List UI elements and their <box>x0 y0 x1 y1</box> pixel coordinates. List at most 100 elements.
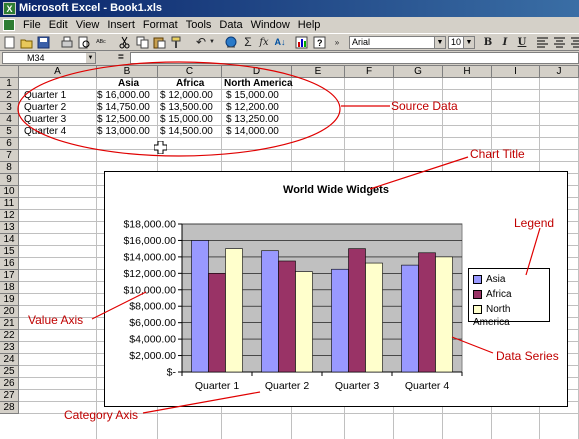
row-header-4[interactable]: 4 <box>0 114 19 126</box>
row-header-19[interactable]: 19 <box>0 294 19 306</box>
save-icon[interactable] <box>37 36 50 49</box>
row-header-24[interactable]: 24 <box>0 354 19 366</box>
row-header-17[interactable]: 17 <box>0 270 19 282</box>
column-header-g[interactable]: G <box>394 66 443 78</box>
menu-data[interactable]: Data <box>215 17 246 33</box>
cell-b2-value[interactable]: $ 16,000.00 <box>97 90 150 102</box>
cell-d5-value[interactable]: $ 14,000.00 <box>226 126 279 138</box>
paste-icon[interactable] <box>153 36 166 49</box>
row-header-22[interactable]: 22 <box>0 330 19 342</box>
chart-wizard-icon[interactable] <box>295 36 308 49</box>
column-header-i[interactable]: I <box>492 66 540 78</box>
column-header-f[interactable]: F <box>345 66 394 78</box>
column-header-h[interactable]: H <box>443 66 492 78</box>
cell-c4-value[interactable]: $ 15,000.00 <box>160 114 213 126</box>
cell-b5-value[interactable]: $ 13,000.00 <box>97 126 150 138</box>
column-header-b[interactable]: B <box>97 66 158 78</box>
edit-formula-button[interactable]: = <box>118 51 124 65</box>
menu-format[interactable]: Format <box>139 17 182 33</box>
cell-d4-value[interactable]: $ 13,250.00 <box>226 114 279 126</box>
help-question-icon[interactable]: ? <box>313 36 326 49</box>
cell-d1-header-north-america[interactable]: North America <box>224 78 293 90</box>
align-center-icon[interactable] <box>553 37 566 48</box>
paste-function-icon[interactable]: fx <box>257 35 271 50</box>
row-header-15[interactable]: 15 <box>0 246 19 258</box>
cell-b4-value[interactable]: $ 12,500.00 <box>97 114 150 126</box>
menu-help[interactable]: Help <box>294 17 325 33</box>
row-header-11[interactable]: 11 <box>0 198 19 210</box>
align-right-icon[interactable] <box>570 37 579 48</box>
cell-c1-header-africa[interactable]: Africa <box>176 78 204 90</box>
zoom-dropdown-icon[interactable]: » <box>330 35 344 50</box>
row-header-3[interactable]: 3 <box>0 102 19 114</box>
menu-file[interactable]: File <box>19 17 45 33</box>
column-header-e[interactable]: E <box>292 66 345 78</box>
chevron-down-icon[interactable]: ▼ <box>463 37 474 48</box>
column-header-c[interactable]: C <box>158 66 222 78</box>
row-header-18[interactable]: 18 <box>0 282 19 294</box>
menu-edit[interactable]: Edit <box>45 17 72 33</box>
underline-button[interactable]: U <box>515 35 529 50</box>
row-header-1[interactable]: 1 <box>0 78 19 90</box>
row-header-16[interactable]: 16 <box>0 258 19 270</box>
menu-tools[interactable]: Tools <box>182 17 216 33</box>
row-header-25[interactable]: 25 <box>0 366 19 378</box>
column-header-d[interactable]: D <box>222 66 292 78</box>
undo-icon[interactable]: ↶ <box>193 35 209 50</box>
cell-c2-value[interactable]: $ 12,000.00 <box>160 90 213 102</box>
row-header-9[interactable]: 9 <box>0 174 19 186</box>
font-name-select[interactable]: Arial ▼ <box>349 36 446 49</box>
formula-input[interactable] <box>130 52 579 64</box>
row-header-8[interactable]: 8 <box>0 162 19 174</box>
row-header-21[interactable]: 21 <box>0 318 19 330</box>
menu-window[interactable]: Window <box>247 17 294 33</box>
chart-object[interactable]: World Wide Widgets $- $2,000.00 $4,000.00 $… <box>104 171 568 407</box>
spelling-icon[interactable]: ᴬᴮᶜ <box>94 35 108 50</box>
cell-a5-label[interactable]: Quarter 4 <box>24 126 66 138</box>
row-header-6[interactable]: 6 <box>0 138 19 150</box>
autosum-icon[interactable]: Σ <box>241 35 255 50</box>
excel-app-icon[interactable]: X <box>3 2 16 15</box>
cell-a2-label[interactable]: Quarter 1 <box>24 90 66 102</box>
cut-icon[interactable] <box>118 36 131 49</box>
open-folder-icon[interactable] <box>20 36 34 49</box>
cell-c5-value[interactable]: $ 14,500.00 <box>160 126 213 138</box>
bold-button[interactable]: B <box>481 35 495 50</box>
select-all-corner[interactable] <box>0 66 19 78</box>
print-icon[interactable] <box>60 36 74 49</box>
row-header-20[interactable]: 20 <box>0 306 19 318</box>
row-header-10[interactable]: 10 <box>0 186 19 198</box>
chart-legend[interactable]: Asia Africa North America <box>468 268 550 328</box>
cell-a3-label[interactable]: Quarter 2 <box>24 102 66 114</box>
chevron-down-icon[interactable]: ▼ <box>434 37 445 48</box>
row-header-12[interactable]: 12 <box>0 210 19 222</box>
format-painter-icon[interactable] <box>170 36 183 49</box>
font-size-select[interactable]: 10 ▼ <box>448 36 475 49</box>
row-header-7[interactable]: 7 <box>0 150 19 162</box>
print-preview-icon[interactable] <box>77 36 91 49</box>
cell-a4-label[interactable]: Quarter 3 <box>24 114 66 126</box>
column-header-j[interactable]: J <box>540 66 579 78</box>
row-header-23[interactable]: 23 <box>0 342 19 354</box>
name-box[interactable]: M34 ▼ <box>2 52 96 64</box>
workbook-system-menu-icon[interactable] <box>3 19 15 31</box>
row-header-28[interactable]: 28 <box>0 402 19 414</box>
row-header-27[interactable]: 27 <box>0 390 19 402</box>
undo-dropdown-icon[interactable]: ▼ <box>209 35 215 50</box>
cell-d2-value[interactable]: $ 15,000.00 <box>226 90 279 102</box>
copy-icon[interactable] <box>136 36 149 49</box>
insert-hyperlink-icon[interactable] <box>224 36 238 49</box>
cell-b3-value[interactable]: $ 14,750.00 <box>97 102 150 114</box>
italic-button[interactable]: I <box>498 35 512 50</box>
row-header-13[interactable]: 13 <box>0 222 19 234</box>
cell-d3-value[interactable]: $ 12,200.00 <box>226 102 279 114</box>
menu-view[interactable]: View <box>72 17 104 33</box>
row-header-2[interactable]: 2 <box>0 90 19 102</box>
menu-insert[interactable]: Insert <box>103 17 139 33</box>
new-document-icon[interactable] <box>3 36 16 49</box>
row-header-5[interactable]: 5 <box>0 126 19 138</box>
cell-b1-header-asia[interactable]: Asia <box>118 78 139 90</box>
cell-c3-value[interactable]: $ 13,500.00 <box>160 102 213 114</box>
row-header-26[interactable]: 26 <box>0 378 19 390</box>
sort-ascending-icon[interactable]: A↓ <box>273 35 287 50</box>
